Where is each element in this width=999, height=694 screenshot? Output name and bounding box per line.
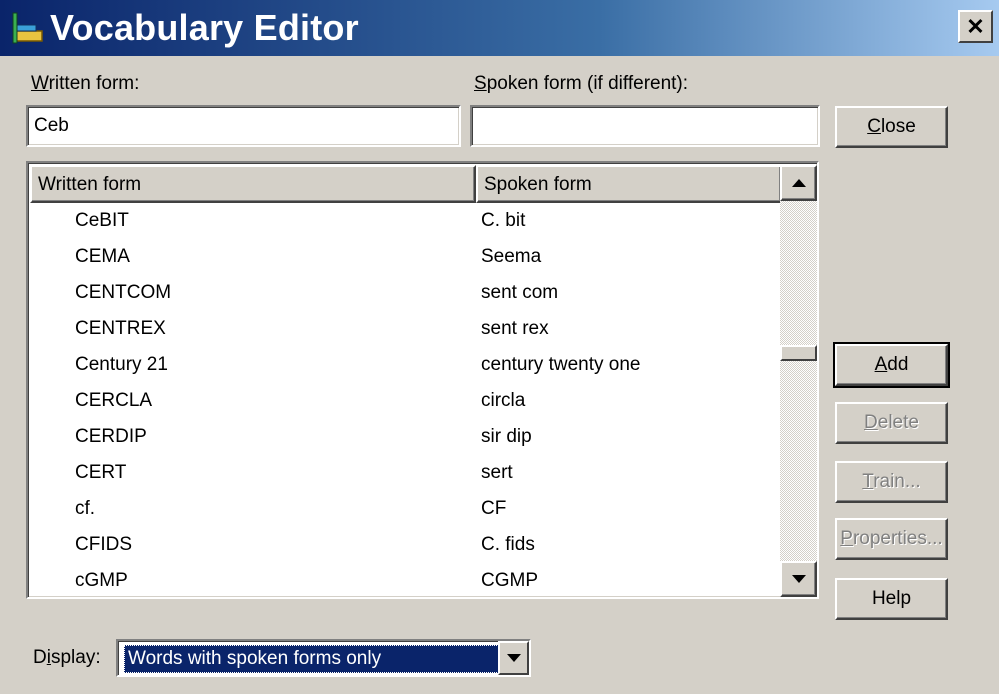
arrow-down-icon [791,575,806,583]
list-row[interactable]: CeBIT C. bit [30,203,780,239]
list-row[interactable]: cf. CF [30,491,780,527]
written-form-cell: cf. [75,498,96,519]
written-form-cell: CFIDS [75,534,132,555]
window-title: Vocabulary Editor [50,7,359,48]
help-button-label: Help [871,588,912,609]
list-row[interactable]: CEMA Seema [30,239,780,275]
column-header-spoken-form[interactable]: Spoken form [476,165,782,203]
arrow-up-icon [791,179,806,187]
vertical-scrollbar[interactable] [780,165,817,597]
spoken-form-cell: C. fids [481,534,535,555]
vocabulary-list[interactable]: Written form Spoken form CeBIT C. bit CEMA… [26,161,819,599]
train-button-label: Train... [862,471,921,492]
title-bar[interactable]: Vocabulary Editor ✕ [0,0,999,56]
written-form-field[interactable]: Ceb [26,105,461,147]
written-form-label: Written form: [31,72,139,96]
vocabulary-editor-app-icon [12,12,43,44]
written-form-cell: CEMA [75,246,130,267]
list-row[interactable]: CERDIP sir dip [30,419,780,455]
scroll-thumb[interactable] [780,345,817,361]
train-button[interactable]: Train... [835,461,948,503]
spoken-form-field[interactable] [470,105,820,147]
list-header: Written form Spoken form [30,165,782,203]
spoken-form-cell: CGMP [481,570,538,591]
spoken-form-cell: sir dip [481,426,532,447]
written-form-label-text: ritten form: [48,73,140,94]
display-filter-value: Words with spoken forms only [124,645,499,673]
display-dropdown-button[interactable] [498,641,529,675]
close-button-label: Close [867,116,916,137]
written-form-cell: CENTCOM [75,282,172,303]
add-button[interactable]: Add [833,342,950,388]
spoken-form-label-text: poken form (if different): [486,73,689,94]
close-button[interactable]: Close [835,106,948,148]
written-form-cell: CERCLA [75,390,153,411]
add-button-label: Add [874,354,909,375]
list-row[interactable]: Century 21 century twenty one [30,347,780,383]
spoken-form-cell: circla [481,390,526,411]
written-form-cell: Century 21 [75,354,168,375]
spoken-form-cell: C. bit [481,210,526,231]
properties-button-label: Properties... [840,528,943,549]
spoken-form-cell: sent rex [481,318,549,339]
properties-button[interactable]: Properties... [835,518,948,560]
help-button[interactable]: Help [835,578,948,620]
delete-button-label: Delete [864,412,919,433]
display-label: Display: [33,646,101,670]
spoken-form-cell: Seema [481,246,542,267]
written-form-mnemonic: W [31,73,49,94]
display-label-prefix: D [33,647,47,668]
scroll-down-button[interactable] [780,561,817,597]
written-form-cell: CENTREX [75,318,166,339]
vocabulary-editor-window: Vocabulary Editor ✕ Written form: Ceb Sp… [0,0,999,694]
list-row[interactable]: CENTCOM sent com [30,275,780,311]
written-form-cell: CeBIT [75,210,129,231]
scroll-up-button[interactable] [780,165,817,201]
spoken-form-label: Spoken form (if different): [474,72,688,96]
list-row[interactable]: CERT sert [30,455,780,491]
column-header-written-form[interactable]: Written form [30,165,476,203]
spoken-form-cell: sent com [481,282,559,303]
written-form-cell: CERDIP [75,426,147,447]
list-row[interactable]: CFIDS C. fids [30,527,780,563]
delete-button[interactable]: Delete [835,402,948,444]
close-icon: ✕ [966,13,985,39]
written-form-cell: CERT [75,462,127,483]
list-row[interactable]: CENTREX sent rex [30,311,780,347]
spoken-form-cell: CF [481,498,507,519]
list-row[interactable]: CERCLA circla [30,383,780,419]
display-filter-select[interactable]: Words with spoken forms only [116,639,531,677]
close-window-button[interactable]: ✕ [958,10,993,43]
spoken-form-mnemonic: S [474,73,487,94]
chevron-down-icon [506,654,521,662]
written-form-cell: cGMP [75,570,128,591]
display-label-suffix: splay: [50,647,101,668]
list-rows: CeBIT C. bit CEMA Seema CENTCOM sent com CENTR… [30,203,780,597]
list-row[interactable]: cGMP CGMP [30,563,780,597]
spoken-form-cell: sert [481,462,513,483]
spoken-form-cell: century twenty one [481,354,641,375]
